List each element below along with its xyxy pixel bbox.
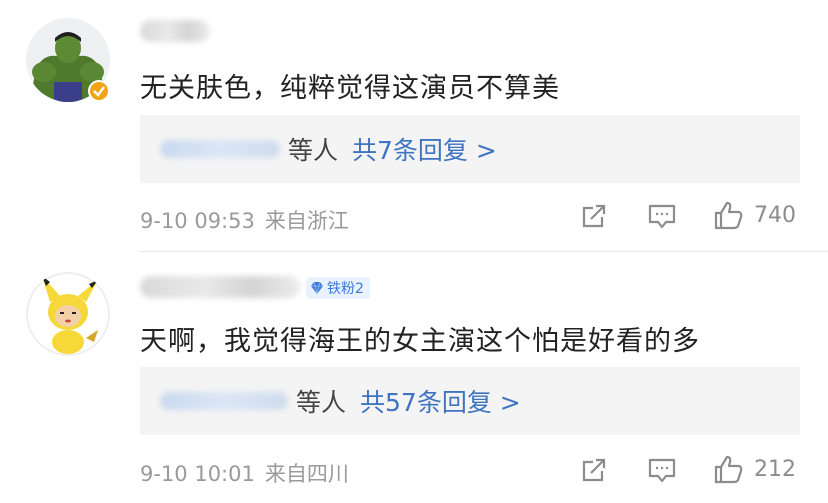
- username-blurred[interactable]: [140, 276, 300, 298]
- like-count: 212: [754, 456, 796, 482]
- comment-location: 来自四川: [264, 462, 349, 486]
- comment-location: 来自浙江: [264, 209, 349, 233]
- share-button[interactable]: [580, 456, 608, 484]
- comment-time: 9-10 10:01: [140, 462, 255, 486]
- comment-meta: 9-10 09:53 来自浙江: [140, 205, 349, 235]
- share-icon: [582, 458, 606, 482]
- comment-icon: [648, 204, 676, 229]
- comment-button[interactable]: [647, 202, 677, 230]
- comment-text: 无关肤色，纯粹觉得这演员不算美: [140, 73, 560, 104]
- like-count: 740: [754, 202, 796, 228]
- comment-text: 天啊，我觉得海王的女主演这个怕是好看的多: [140, 326, 700, 357]
- comment-button[interactable]: [647, 456, 677, 484]
- replies-preview[interactable]: 等人 共57条回复 >: [140, 367, 800, 435]
- thumbs-up-icon: [714, 201, 743, 230]
- replies-preview[interactable]: 等人 共7条回复 >: [140, 115, 800, 183]
- diamond-icon: [311, 281, 323, 295]
- comment-item: 铁粉2 天啊，我觉得海王的女主演这个怕是好看的多 等人 共57条回复 > 9-1…: [0, 252, 828, 503]
- reply-others-label: 等人: [296, 388, 347, 417]
- username-blurred[interactable]: [140, 20, 210, 42]
- reply-count-link[interactable]: 共7条回复 >: [352, 131, 497, 167]
- reply-usernames-blurred: [160, 140, 280, 158]
- like-button[interactable]: 740: [712, 199, 796, 231]
- comment-icon: [648, 458, 676, 483]
- comment-time: 9-10 09:53: [140, 209, 255, 233]
- pikachu-avatar-icon[interactable]: [26, 272, 110, 356]
- comment-meta: 9-10 10:01 来自四川: [140, 458, 349, 488]
- reply-others-label: 等人: [288, 136, 339, 165]
- fan-badge-label: 铁粉2: [327, 281, 364, 297]
- reply-usernames-blurred: [160, 392, 288, 410]
- reply-count-link[interactable]: 共57条回复 >: [360, 383, 521, 419]
- share-icon: [582, 204, 606, 228]
- verified-icon: [88, 80, 110, 102]
- fan-badge[interactable]: 铁粉2: [306, 277, 370, 299]
- comment-item: 无关肤色，纯粹觉得这演员不算美 等人 共7条回复 > 9-10 09:53 来自浙…: [0, 0, 828, 252]
- like-button[interactable]: 212: [712, 453, 796, 485]
- thumbs-up-icon: [714, 455, 743, 484]
- share-button[interactable]: [580, 202, 608, 230]
